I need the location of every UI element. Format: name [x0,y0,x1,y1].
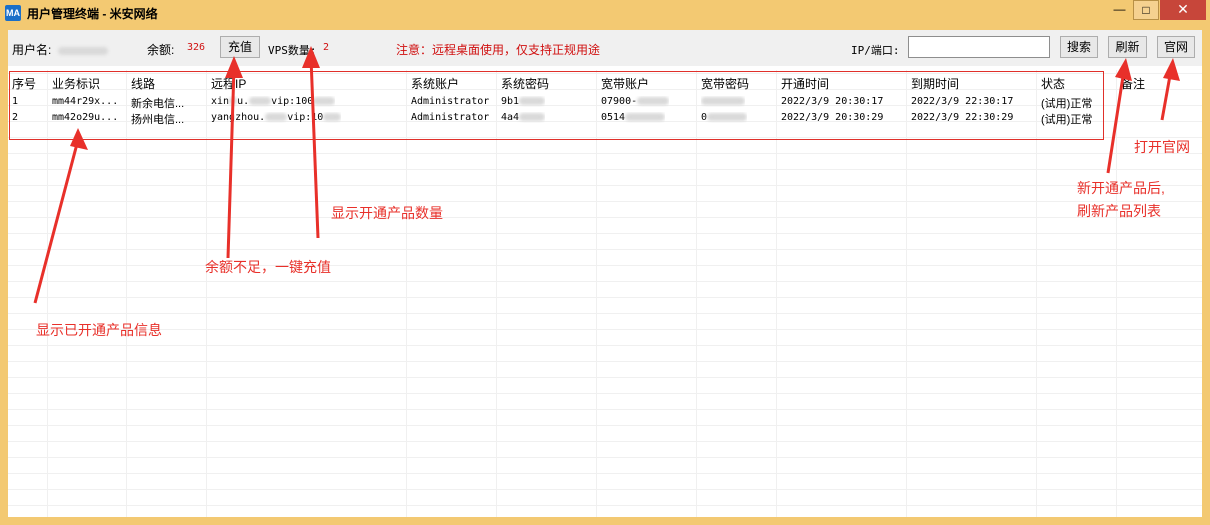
arrow-recharge [226,67,236,259]
annotation-table-info: 显示已开通产品信息 [36,322,162,338]
arrow-table-info [33,139,80,304]
annotation-recharge: 余额不足，一键充值 [205,259,331,275]
annotation-arrows [33,46,1180,304]
arrow-refresh [1106,69,1126,174]
annotation-refresh-line1: 新开通产品后, [1077,180,1165,196]
annotation-refresh-line2: 刷新产品列表 [1077,203,1161,219]
annotation-vps-count: 显示开通产品数量 [331,205,443,221]
arrow-vps-count [309,57,320,239]
annotation-website: 打开官网 [1134,139,1190,155]
